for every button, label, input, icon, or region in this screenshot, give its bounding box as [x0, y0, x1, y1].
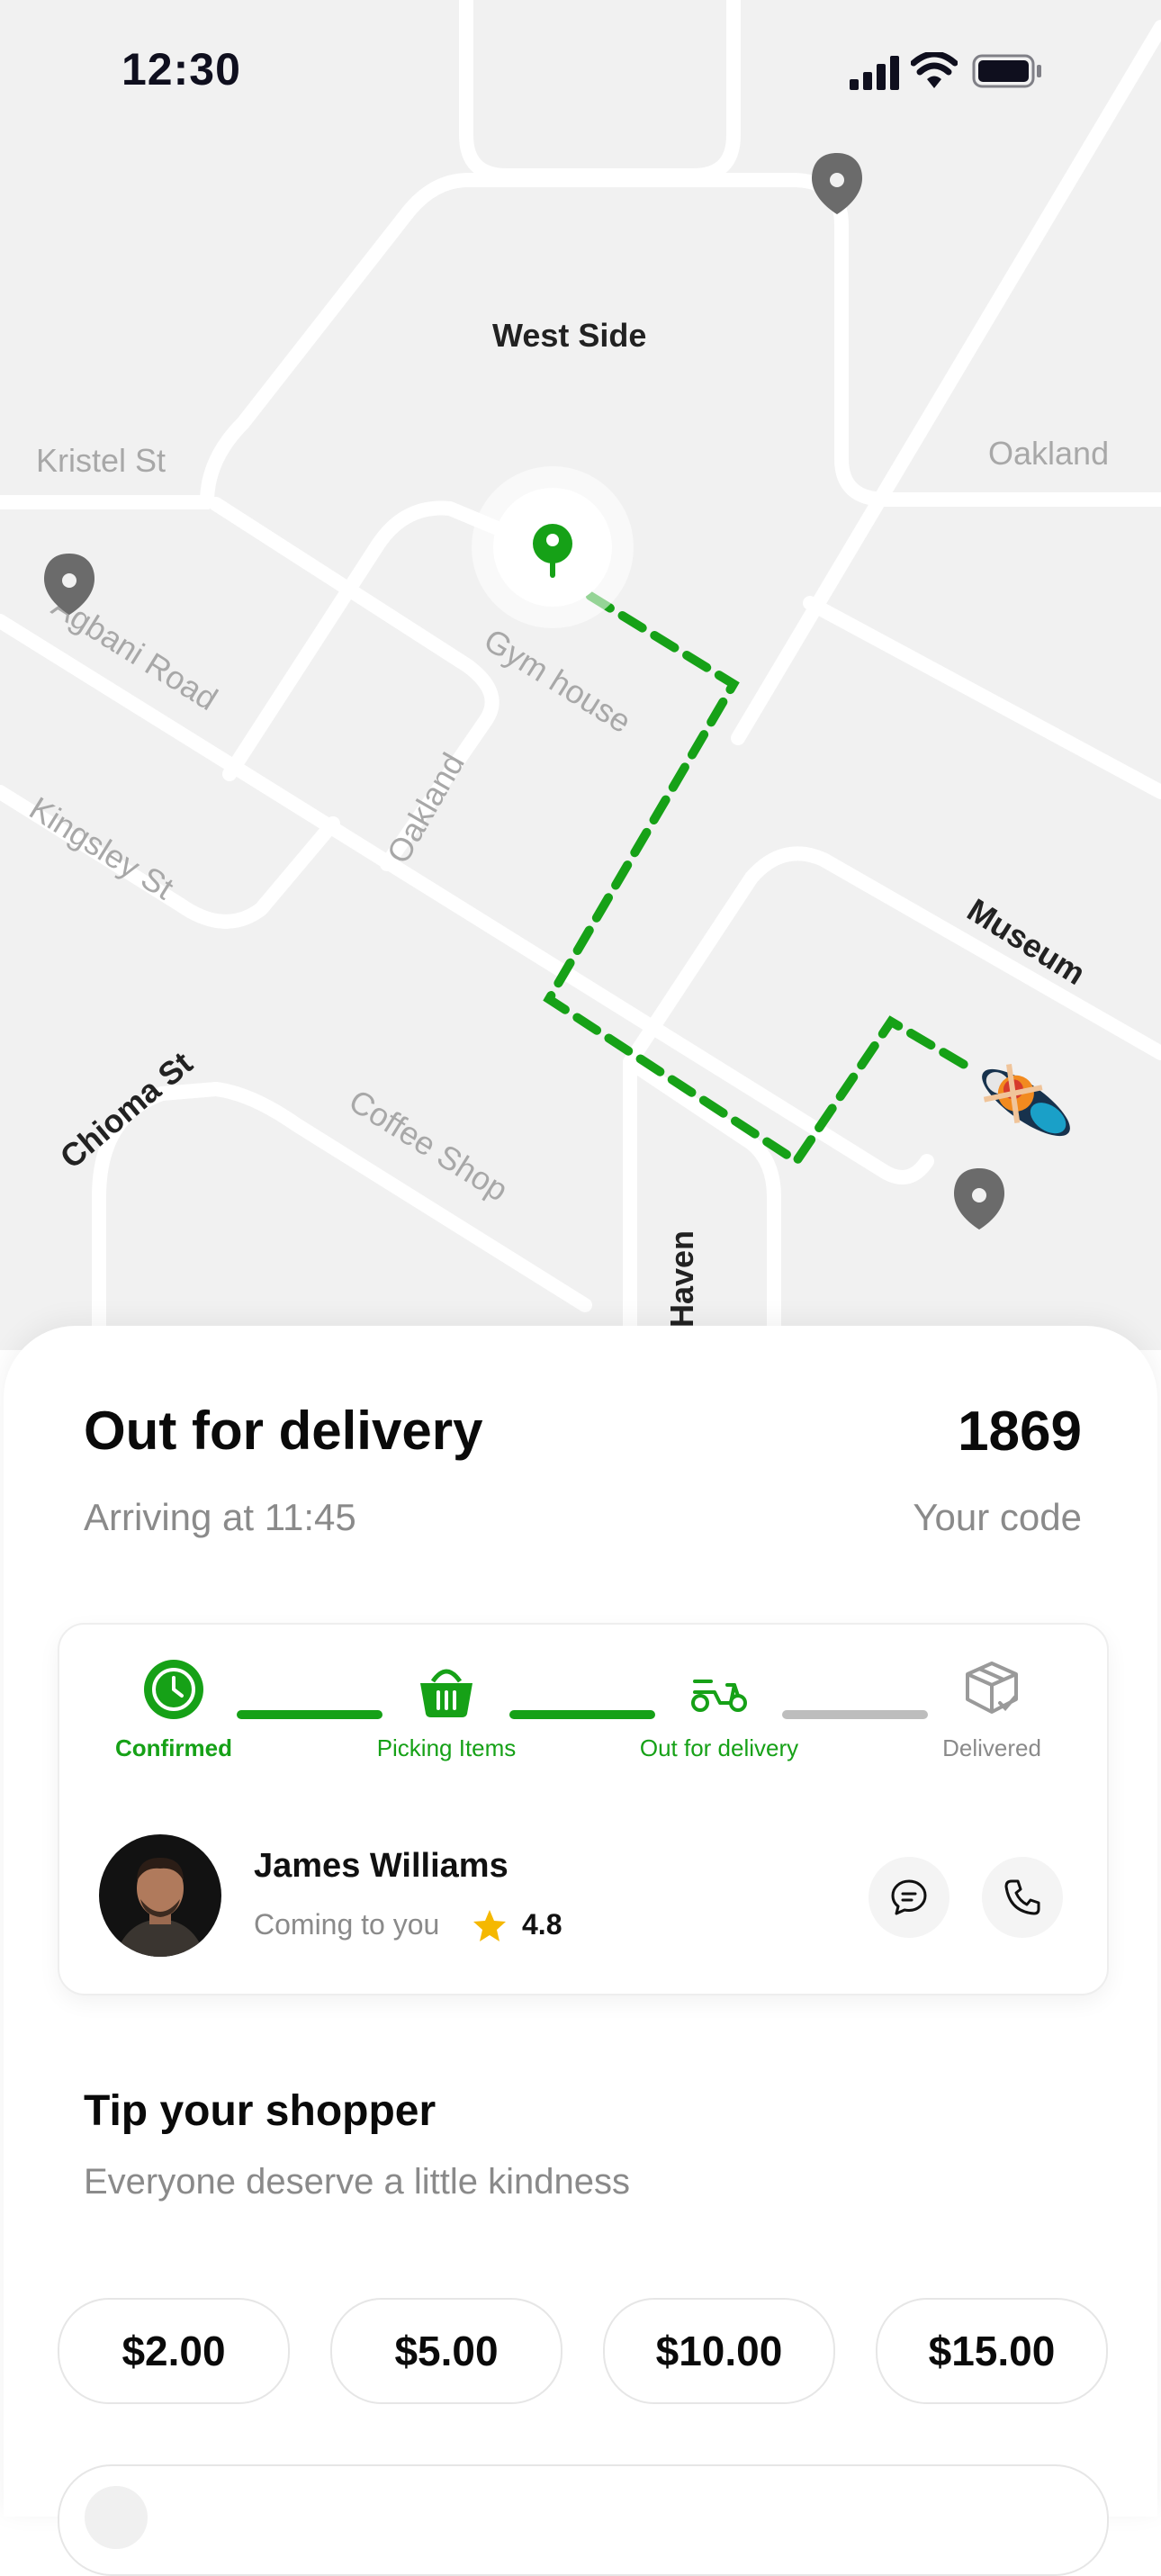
- avatar[interactable]: [99, 1834, 221, 1957]
- delivery-code-label: Your code: [913, 1496, 1082, 1538]
- next-card[interactable]: [58, 2464, 1109, 2576]
- message-button[interactable]: [868, 1857, 950, 1938]
- call-button[interactable]: [982, 1857, 1063, 1938]
- map-label-kristel: Kristel St: [36, 442, 166, 479]
- step-label: Picking Items: [376, 1734, 517, 1761]
- step-out-for-delivery: Out for delivery: [620, 1658, 818, 1762]
- map-label-west-side: West Side: [492, 317, 646, 354]
- battery-icon: [972, 54, 1041, 88]
- courier-status: Coming to you: [254, 1908, 440, 1941]
- tip-option-button[interactable]: $15.00: [876, 2298, 1108, 2404]
- tip-section-subtitle: Everyone deserve a little kindness: [84, 2162, 630, 2202]
- step-label: Out for delivery: [639, 1734, 799, 1761]
- map-label-haven: Haven: [663, 1230, 700, 1328]
- clock-icon: [144, 1660, 203, 1719]
- step-confirmed: Confirmed: [75, 1658, 273, 1762]
- tip-option-button[interactable]: $5.00: [330, 2298, 562, 2404]
- package-icon: [966, 1662, 1018, 1714]
- wifi-icon: [911, 52, 958, 88]
- delivery-status-title: Out for delivery: [84, 1401, 483, 1461]
- destination-pin-icon[interactable]: [472, 466, 634, 628]
- tip-option-button[interactable]: $10.00: [603, 2298, 835, 2404]
- star-icon: [473, 1910, 506, 1941]
- courier-rating: 4.8: [522, 1908, 562, 1941]
- status-bar: 12:30: [0, 0, 1161, 144]
- step-label: Confirmed: [115, 1734, 232, 1761]
- phone-icon: [1004, 1879, 1040, 1915]
- signal-icon: [850, 56, 899, 90]
- status-time: 12:30: [122, 44, 241, 95]
- courier-photo: [99, 1834, 221, 1957]
- arrival-time: Arriving at 11:45: [84, 1496, 356, 1538]
- basket-icon: [420, 1669, 472, 1717]
- map[interactable]: Kristel St Oakland Agbani Road Gym house…: [0, 0, 1161, 1350]
- chat-icon: [891, 1879, 927, 1915]
- step-delivered: Delivered: [893, 1658, 1091, 1762]
- scooter-icon: [691, 1680, 747, 1712]
- tip-option-button[interactable]: $2.00: [58, 2298, 290, 2404]
- tip-section-title: Tip your shopper: [84, 2087, 436, 2135]
- step-picking-items: Picking Items: [347, 1658, 545, 1762]
- courier-name: James Williams: [254, 1847, 508, 1885]
- delivery-code: 1869: [958, 1401, 1082, 1463]
- map-label-oakland-right: Oakland: [988, 435, 1109, 472]
- next-card-icon: [85, 2486, 148, 2549]
- step-label: Delivered: [942, 1734, 1041, 1761]
